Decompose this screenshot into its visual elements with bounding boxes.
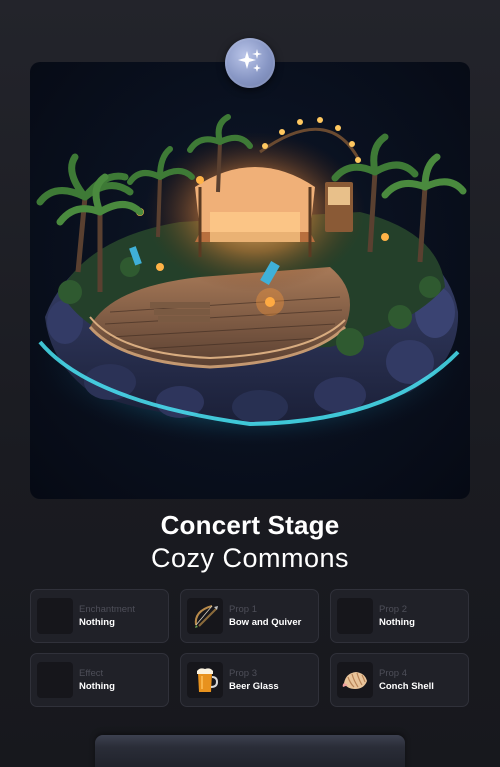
slot-category-label: Prop 1	[229, 603, 257, 615]
sparkles-icon	[236, 47, 264, 79]
item-collection-name: Cozy Commons	[150, 543, 350, 573]
slot-category-label: Enchantment	[79, 603, 135, 615]
slot-prop-3[interactable]: Prop 3 Beer Glass	[180, 653, 319, 707]
slot-value-label: Beer Glass	[229, 680, 279, 692]
slot-value-label: Conch Shell	[379, 680, 434, 692]
empty-slot-icon	[37, 598, 73, 634]
attribute-slots-grid: Enchantment Nothing Prop 1 Bow and Quive…	[30, 589, 470, 707]
bottom-action-bar[interactable]	[95, 735, 405, 767]
slot-category-label: Prop 4	[379, 667, 407, 679]
empty-slot-icon	[337, 598, 373, 634]
conch-shell-icon	[337, 662, 373, 698]
slot-value-label: Nothing	[79, 680, 115, 692]
slot-category-label: Prop 2	[379, 603, 407, 615]
slot-category-label: Effect	[79, 667, 104, 679]
slot-prop-2[interactable]: Prop 2 Nothing	[330, 589, 469, 643]
item-detail-page: Concert Stage Cozy Commons Enchantment N…	[0, 0, 500, 767]
slot-effect[interactable]: Effect Nothing	[30, 653, 169, 707]
slot-value-label: Nothing	[379, 616, 415, 628]
item-title: Concert Stage	[160, 510, 340, 540]
empty-slot-icon	[37, 662, 73, 698]
slot-value-label: Nothing	[79, 616, 115, 628]
beer-glass-icon	[187, 662, 223, 698]
slot-prop-4[interactable]: Prop 4 Conch Shell	[330, 653, 469, 707]
item-preview-image	[30, 62, 470, 499]
slot-value-label: Bow and Quiver	[229, 616, 302, 628]
slot-category-label: Prop 3	[229, 667, 257, 679]
sparkles-badge	[225, 38, 275, 88]
slot-enchantment[interactable]: Enchantment Nothing	[30, 589, 169, 643]
slot-prop-1[interactable]: Prop 1 Bow and Quiver	[180, 589, 319, 643]
bow-and-quiver-icon	[187, 598, 223, 634]
